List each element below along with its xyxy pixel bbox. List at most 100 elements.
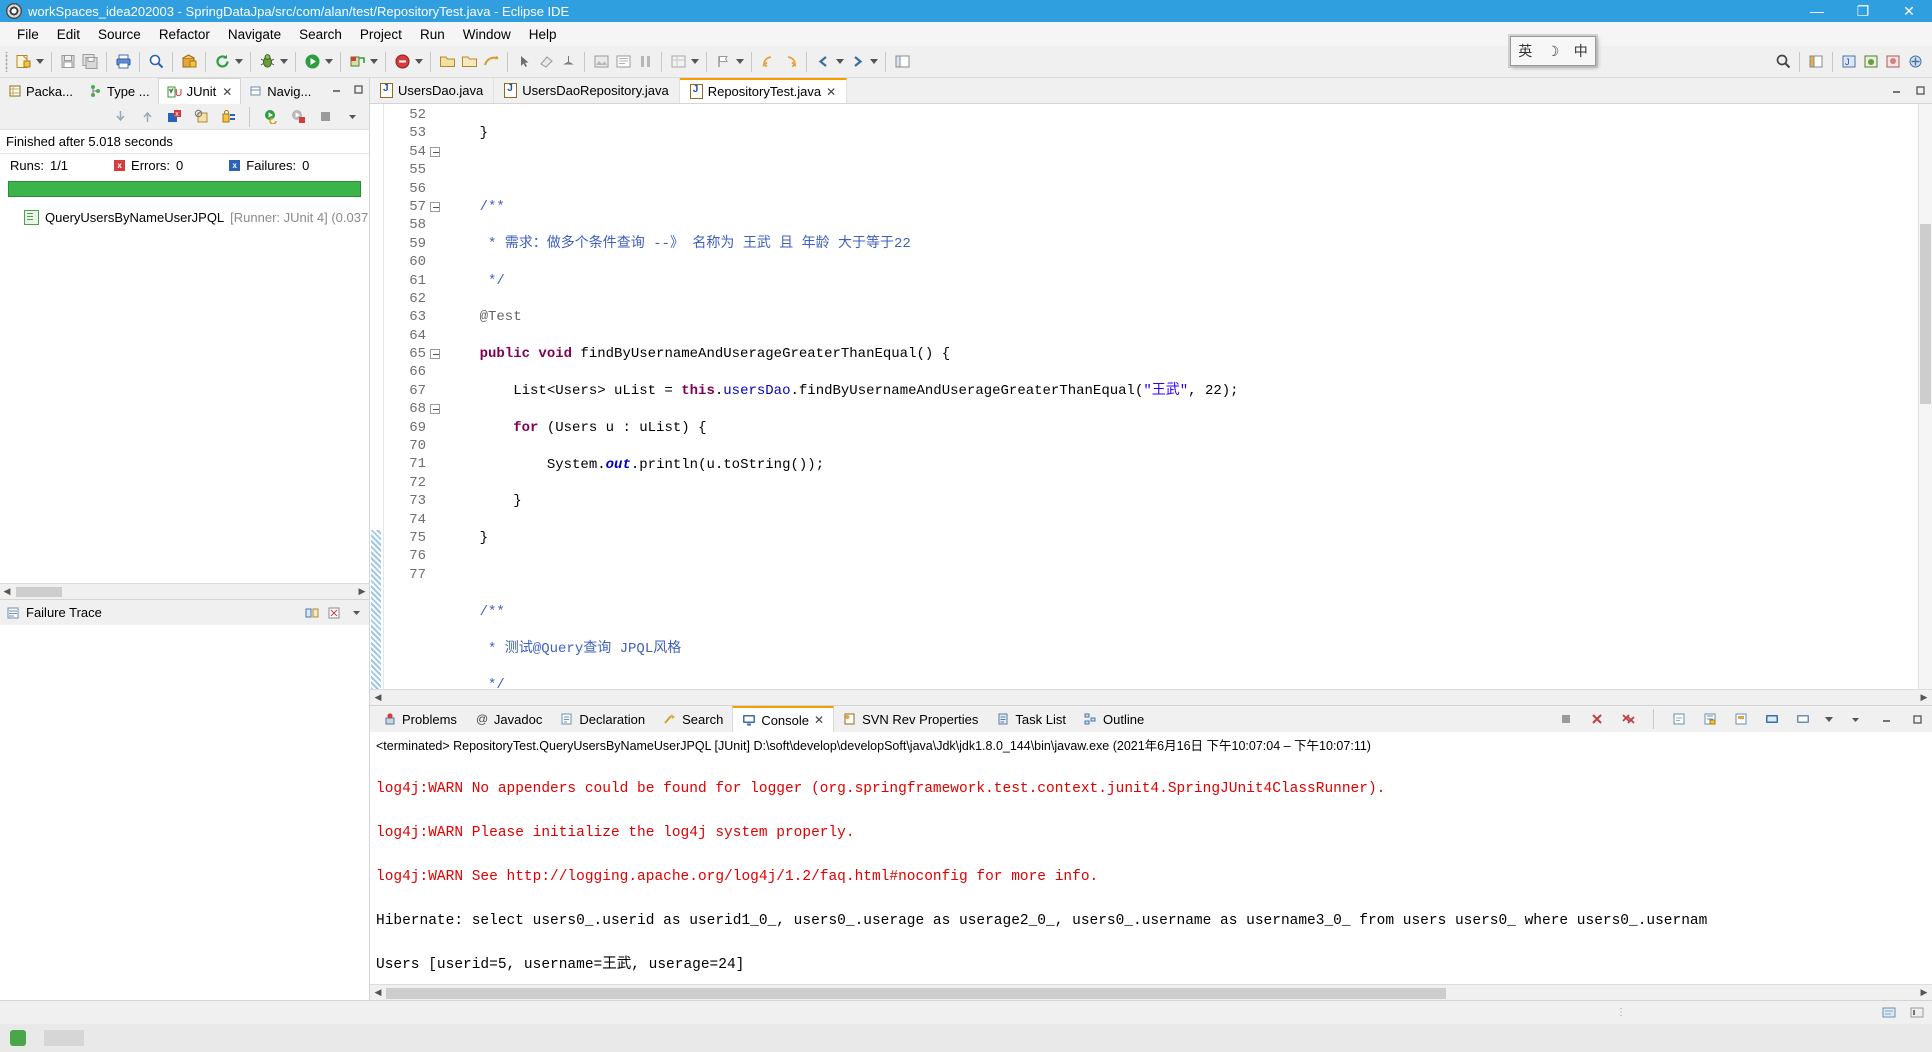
display-selected-console-icon[interactable]	[1761, 708, 1783, 730]
split-icon[interactable]	[634, 51, 656, 73]
perspective-more-icon[interactable]	[1904, 51, 1926, 73]
tab-task-list[interactable]: Task List	[987, 706, 1075, 732]
save-all-icon[interactable]	[79, 51, 101, 73]
menu-item-project[interactable]: Project	[351, 25, 411, 44]
pin-console-icon[interactable]	[1730, 708, 1752, 730]
next-failure-icon[interactable]	[109, 106, 131, 128]
console-view-menu-icon[interactable]	[1844, 708, 1866, 730]
list-item[interactable]: QueryUsersByNameUserJPQL [Runner: JUnit …	[0, 208, 369, 227]
clear-console-icon[interactable]	[1668, 708, 1690, 730]
view-menu-icon[interactable]	[341, 106, 363, 128]
scroll-track[interactable]	[14, 585, 355, 598]
ime-lang-label[interactable]: 英	[1515, 41, 1535, 61]
menu-item-edit[interactable]: Edit	[48, 25, 89, 44]
erase-icon[interactable]	[535, 51, 557, 73]
maximize-button[interactable]: ❐	[1840, 0, 1886, 22]
scroll-right-icon[interactable]: ▶	[355, 586, 369, 597]
menu-item-search[interactable]: Search	[290, 25, 351, 44]
close-icon[interactable]: ✕	[826, 85, 836, 99]
view-tab-package-explorer[interactable]: Packa...	[0, 78, 81, 104]
minimize-view-icon[interactable]	[329, 82, 343, 96]
perspective-team-icon[interactable]	[1882, 51, 1904, 73]
editor-hscrollbar[interactable]: ◀ ▶	[370, 689, 1932, 705]
maximize-editor-icon[interactable]	[1913, 83, 1927, 97]
stop-test-icon[interactable]	[314, 106, 336, 128]
tab-problems[interactable]: Problems	[374, 706, 466, 732]
view-tab-junit[interactable]: U JUnit ✕	[157, 78, 242, 104]
scroll-lock-icon[interactable]	[217, 106, 239, 128]
scroll-thumb[interactable]	[386, 987, 1446, 999]
ime-moon-icon[interactable]: ☽	[1544, 43, 1563, 60]
editor-vscrollbar[interactable]	[1918, 104, 1932, 689]
debug-dropdown-icon[interactable]	[278, 51, 290, 73]
editor-annotation-ruler[interactable]	[370, 104, 384, 689]
scroll-left-icon[interactable]: ◀	[370, 692, 386, 703]
tab-javadoc[interactable]: @ Javadoc	[466, 706, 551, 732]
os-taskbar[interactable]	[0, 1024, 1932, 1052]
run-external-icon[interactable]	[346, 51, 368, 73]
console-hscrollbar[interactable]: ◀ ▶	[370, 984, 1932, 1000]
image-icon[interactable]	[590, 51, 612, 73]
minimize-button[interactable]: —	[1794, 0, 1840, 22]
nav-back-dropdown-icon[interactable]	[834, 51, 846, 73]
tab-declaration[interactable]: Declaration	[551, 706, 654, 732]
menu-item-source[interactable]: Source	[89, 25, 150, 44]
book-icon[interactable]	[612, 51, 634, 73]
ime-mode-label[interactable]: 中	[1571, 41, 1591, 61]
scroll-left-icon[interactable]: ◀	[0, 586, 14, 597]
refresh-icon[interactable]	[211, 51, 233, 73]
tab-outline[interactable]: Outline	[1075, 706, 1153, 732]
coverage-dropdown-icon[interactable]	[413, 51, 425, 73]
flag-dropdown-icon[interactable]	[734, 51, 746, 73]
scroll-thumb[interactable]	[1920, 224, 1931, 404]
scroll-lock-console-icon[interactable]	[1699, 708, 1721, 730]
flag-icon[interactable]	[712, 51, 734, 73]
console-output[interactable]: log4j:WARN No appenders could be found f…	[370, 756, 1932, 984]
search-toolbar-icon[interactable]	[145, 51, 167, 73]
toolbar-drag-handle[interactable]	[4, 51, 10, 72]
menu-item-run[interactable]: Run	[411, 25, 454, 44]
refresh-dropdown-icon[interactable]	[233, 51, 245, 73]
rerun-failed-icon[interactable]	[287, 106, 309, 128]
minimize-console-icon[interactable]	[1875, 708, 1897, 730]
source-code[interactable]: } /** * 需求：做多个条件查询 --》 名称为 王武 且 年龄 大于等于2…	[432, 104, 1918, 689]
editor-tab-usersdaorepository[interactable]: UsersDaoRepository.java	[494, 78, 680, 103]
open-console-dropdown-icon[interactable]	[1823, 708, 1835, 730]
failure-trace-menu-icon[interactable]	[349, 606, 363, 620]
edit-table-icon[interactable]	[667, 51, 689, 73]
remove-all-launches-icon[interactable]	[1617, 708, 1639, 730]
open-folder-icon[interactable]	[436, 51, 458, 73]
maximize-view-icon[interactable]	[351, 82, 365, 96]
run-dropdown-icon[interactable]	[323, 51, 335, 73]
scroll-thumb[interactable]	[16, 586, 62, 597]
perspective-icon[interactable]	[891, 51, 913, 73]
remove-launch-icon[interactable]	[1586, 708, 1608, 730]
tab-search[interactable]: Search	[654, 706, 732, 732]
rerun-test-icon[interactable]	[260, 106, 282, 128]
menu-item-refactor[interactable]: Refactor	[150, 25, 219, 44]
tab-svn-rev-properties[interactable]: SVN Rev Properties	[834, 706, 987, 732]
open-type-icon[interactable]	[458, 51, 480, 73]
maximize-console-icon[interactable]	[1906, 708, 1928, 730]
ime-indicator[interactable]: 英 ☽ 中	[1510, 36, 1596, 66]
edit-table-dropdown-icon[interactable]	[689, 51, 701, 73]
save-icon[interactable]	[57, 51, 79, 73]
cursor-icon[interactable]	[513, 51, 535, 73]
previous-failure-icon[interactable]	[136, 106, 158, 128]
quick-search-icon[interactable]	[1772, 51, 1794, 73]
junit-results-tree[interactable]: QueryUsersByNameUserJPQL [Runner: JUnit …	[0, 203, 369, 583]
close-button[interactable]: ✕	[1886, 0, 1932, 22]
menu-item-window[interactable]: Window	[454, 25, 520, 44]
scroll-right-icon[interactable]: ▶	[1916, 987, 1932, 998]
new-icon[interactable]	[12, 51, 34, 73]
back-icon[interactable]	[757, 51, 779, 73]
scroll-right-icon[interactable]: ▶	[1916, 692, 1932, 703]
open-perspective-icon[interactable]	[1805, 51, 1827, 73]
clear-trace-icon[interactable]	[327, 606, 341, 620]
scroll-track[interactable]	[386, 987, 1916, 999]
show-failures-only-icon[interactable]: x	[163, 106, 185, 128]
show-ignored-icon[interactable]	[190, 106, 212, 128]
pin-icon[interactable]	[557, 51, 579, 73]
new-dropdown-icon[interactable]	[34, 51, 46, 73]
minimize-editor-icon[interactable]	[1889, 83, 1903, 97]
